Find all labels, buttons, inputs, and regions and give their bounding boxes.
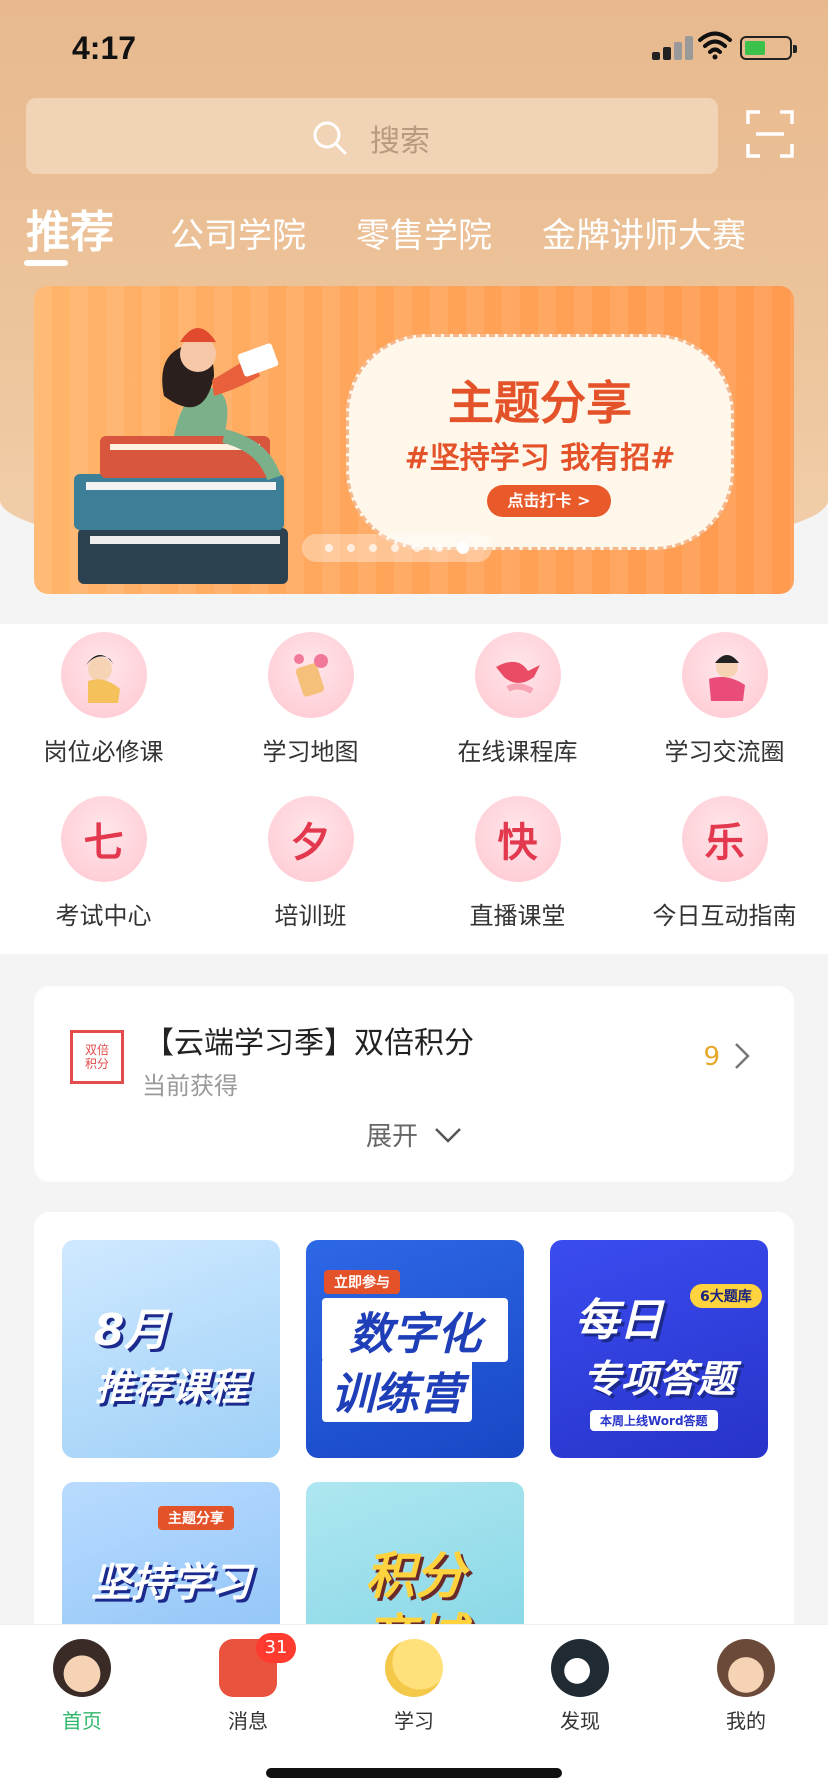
tile-line1: 数字化 [322,1298,508,1362]
points-value: 9 [703,1042,720,1072]
tab-gold-lecturer[interactable]: 金牌讲师大赛 [542,208,746,257]
girl-portrait-icon [60,632,147,718]
grid-item-label: 培训班 [274,902,347,930]
feature-grid: 岗位必修课 学习地图 在线课程库 学习交流圈 七 考试中心 夕 培训班 快 直播… [0,624,828,954]
grid-item-course-library[interactable]: 在线课程库 [414,632,621,767]
battery-icon [740,36,797,60]
message-badge: 31 [256,1633,296,1663]
grid-item-label: 直播课堂 [469,902,566,930]
moon-icon [385,1639,443,1697]
penguin-icon [551,1639,609,1697]
bottom-tab-bar: 首页 31 消息 学习 发现 我的 [0,1624,828,1792]
char-le-icon: 乐 [681,796,768,882]
icon-glyph: 七 [83,819,124,866]
grid-item-label: 岗位必修课 [43,738,164,766]
home-girl-icon [53,1639,111,1697]
tabbar-profile[interactable]: 我的 [686,1639,806,1734]
tabbar-discover[interactable]: 发现 [520,1639,640,1734]
tabbar-label: 学习 [394,1709,434,1733]
course-tiles-section: 8月 推荐课程 立即参与 数字化 训练营 6大题库 每日 专项答题 本周上线Wo… [34,1212,794,1652]
tile-line1: 每日 [575,1295,663,1346]
icon-glyph: 快 [497,819,538,866]
tabbar-label: 首页 [62,1709,102,1733]
tabbar-label: 消息 [228,1709,268,1733]
tabbar-learn[interactable]: 学习 [354,1639,474,1734]
banner-card: 主题分享 #坚持学习 我有招# 点击打卡 > [346,334,734,550]
pagination-dot [391,544,399,552]
char-kuai-icon: 快 [474,796,561,882]
icon-text: 双倍 [84,1043,109,1057]
char-qi-icon: 七 [60,796,147,882]
tile-line2: 训练营 [322,1358,472,1422]
pagination-dot [325,544,333,552]
search-placeholder: 搜索 [370,124,430,159]
tabbar-home[interactable]: 首页 [22,1639,142,1734]
points-title: 【云端学习季】双倍积分 [144,1026,474,1061]
tile-caption: 本周上线Word答题 [590,1410,718,1431]
tab-retail-academy[interactable]: 零售学院 [356,208,492,257]
grid-item-required-courses[interactable]: 岗位必修课 [0,632,207,767]
wifi-icon [698,31,732,60]
tabbar-label: 我的 [726,1709,766,1733]
grid-item-exam-center[interactable]: 七 考试中心 [0,796,207,931]
tab-recommend[interactable]: 推荐 [26,196,114,260]
tab-company-academy[interactable]: 公司学院 [170,208,306,257]
grid-item-label: 今日互动指南 [652,902,797,930]
tile-badge: 立即参与 [324,1270,400,1294]
course-tile-august[interactable]: 8月 推荐课程 [62,1240,280,1458]
banner-pagination [302,534,492,562]
grid-item-label: 学习地图 [262,738,359,766]
pagination-dot-active [457,542,469,554]
icon-text: 积分 [84,1057,109,1071]
tile-line1: 坚持学习 [91,1560,251,1606]
grid-item-label: 考试中心 [55,902,152,930]
expand-toggle[interactable]: 展开 [34,1116,794,1153]
tile-line2: 专项答题 [582,1357,735,1401]
banner-title: 主题分享 [448,376,632,430]
grid-item-interaction-guide[interactable]: 乐 今日互动指南 [621,796,828,931]
course-tile-daily-quiz[interactable]: 6大题库 每日 专项答题 本周上线Word答题 [550,1240,768,1458]
pagination-dot [347,544,355,552]
pagination-dot [369,544,377,552]
chevron-down-icon [435,1127,461,1143]
magpie-icon [474,632,561,718]
search-icon [313,121,347,155]
fairy-icon [681,632,768,718]
tile-line1: 8月 [93,1305,169,1356]
tile-line2: 推荐课程 [94,1365,247,1409]
cellular-signal-icon [652,36,694,60]
icon-glyph: 乐 [704,819,745,866]
expand-label: 展开 [365,1122,418,1152]
grid-item-label: 学习交流圈 [664,738,785,766]
pagination-dot [413,544,421,552]
grid-item-training-class[interactable]: 夕 培训班 [207,796,414,931]
points-subtitle: 当前获得 [142,1072,238,1100]
tag-flower-icon [267,632,354,718]
status-bar: 4:17 [0,0,828,96]
grid-item-learning-map[interactable]: 学习地图 [207,632,414,767]
tabbar-label: 发现 [560,1709,600,1733]
banner-subtitle: #坚持学习 我有招# [404,441,676,476]
promo-banner[interactable]: 主题分享 #坚持学习 我有招# 点击打卡 > [34,286,794,594]
pagination-dot [435,544,443,552]
grid-item-learning-circle[interactable]: 学习交流圈 [621,632,828,767]
active-tab-indicator [24,260,68,266]
char-xi-icon: 夕 [267,796,354,882]
icon-glyph: 夕 [290,819,331,866]
home-indicator [266,1768,562,1778]
chevron-right-icon[interactable] [734,1042,750,1070]
banner-checkin-button[interactable]: 点击打卡 > [487,485,611,517]
search-bar[interactable]: 搜索 [26,98,718,174]
grid-item-label: 在线课程库 [457,738,578,766]
grid-item-live-class[interactable]: 快 直播课堂 [414,796,621,931]
tile-badge: 主题分享 [158,1506,234,1530]
double-points-icon: 双倍 积分 [70,1030,124,1084]
profile-boy-icon [717,1639,775,1697]
course-tile-digital-camp[interactable]: 立即参与 数字化 训练营 [306,1240,524,1458]
tabbar-messages[interactable]: 31 消息 [188,1633,308,1734]
status-time: 4:17 [72,30,137,66]
scan-icon[interactable] [746,110,794,158]
double-points-card[interactable]: 双倍 积分 【云端学习季】双倍积分 当前获得 9 展开 [34,986,794,1182]
